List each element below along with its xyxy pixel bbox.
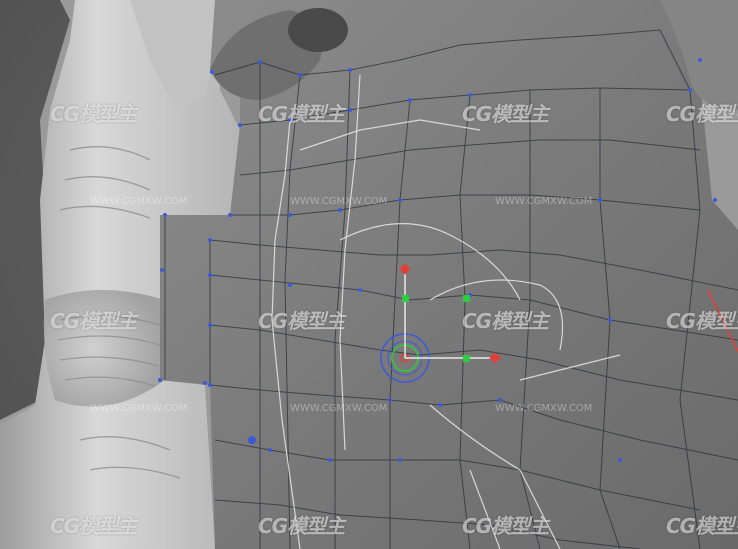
nostril-hole (288, 8, 348, 52)
3d-viewport[interactable]: CG模型主 CG模型主 CG模型主 CG模型主 CG模型主 CG模型主 CG模型… (0, 0, 738, 549)
gizmo-plane-handle-2[interactable] (463, 295, 470, 302)
gizmo-plane-handle-3[interactable] (463, 355, 470, 362)
viewport-scene[interactable] (0, 0, 738, 549)
sculpt-lips (43, 290, 165, 407)
gizmo-plane-handle-1[interactable] (402, 295, 409, 302)
